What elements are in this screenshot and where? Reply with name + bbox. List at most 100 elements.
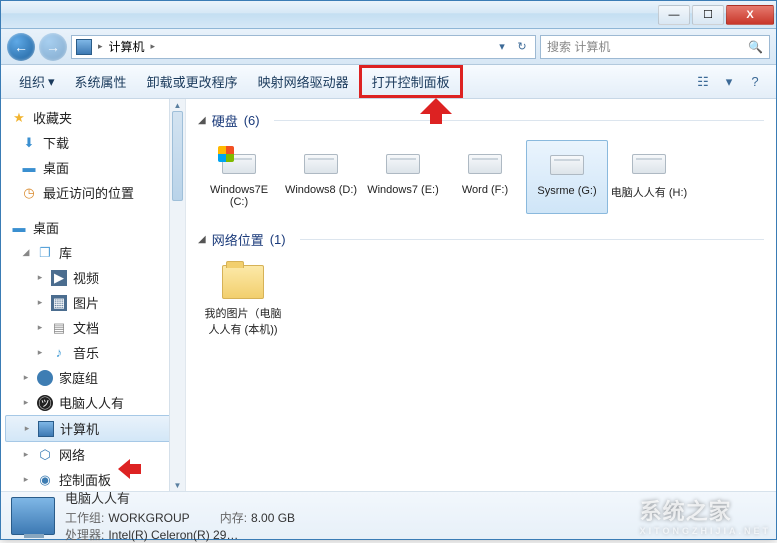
view-dropdown[interactable]: ▾ xyxy=(716,71,742,93)
homegroup-icon xyxy=(37,370,53,386)
folder-icon xyxy=(222,265,264,299)
forward-button[interactable]: → xyxy=(39,33,67,61)
scroll-down-icon[interactable]: ▼ xyxy=(170,479,185,491)
network-icon: ⬡ xyxy=(37,447,53,463)
nav-row: ← → ▸ 计算机 ▸ ▾ ↻ 搜索 计算机 🔍 xyxy=(1,29,776,65)
search-icon: 🔍 xyxy=(748,40,763,54)
drive-icon xyxy=(218,146,260,178)
open-control-panel-button[interactable]: 打开控制面板 xyxy=(359,65,463,98)
sidebar-favorites[interactable]: ★收藏夹 xyxy=(1,105,185,130)
desktop-icon: ▬ xyxy=(11,220,27,236)
computer-icon xyxy=(38,421,54,437)
sidebar-music[interactable]: ▸♪音乐 xyxy=(1,340,185,365)
sidebar-scrollbar[interactable]: ▲ ▼ xyxy=(169,99,185,491)
group-label: 网络位置 xyxy=(212,230,264,249)
drive-item[interactable]: 电脑人人有 (H:) xyxy=(608,140,690,214)
memory-value: 8.00 GB xyxy=(251,511,295,525)
memory-label: 内存: xyxy=(220,511,247,525)
sidebar-libraries[interactable]: ◢❐库 xyxy=(1,240,185,265)
collapse-icon[interactable]: ◢ xyxy=(198,115,206,126)
computer-icon xyxy=(76,39,92,55)
chevron-right-icon[interactable]: ▸ xyxy=(96,41,105,52)
breadcrumb-computer[interactable]: 计算机 xyxy=(105,38,149,55)
group-hard-disks[interactable]: ◢ 硬盘 (6) xyxy=(198,111,764,130)
sidebar-computer[interactable]: ▸计算机 xyxy=(5,415,181,442)
titlebar: — ☐ X xyxy=(1,1,776,29)
library-icon: ❐ xyxy=(37,245,53,261)
sidebar-homegroup[interactable]: ▸家庭组 xyxy=(1,365,185,390)
drive-icon xyxy=(382,146,424,178)
user-icon: ㋡ xyxy=(37,395,53,411)
view-mode-button[interactable]: ☷ xyxy=(690,71,716,93)
status-bar: 电脑人人有 工作组:WORKGROUP 内存:8.00 GB 处理器:Intel… xyxy=(1,491,776,539)
sidebar-user[interactable]: ▸㋡电脑人人有 xyxy=(1,390,185,415)
refresh-button[interactable]: ↻ xyxy=(513,38,531,56)
document-icon: ▤ xyxy=(51,320,67,336)
drive-item[interactable]: Windows8 (D:) xyxy=(280,140,362,214)
expand-icon[interactable]: ▸ xyxy=(35,297,45,308)
network-folder-item[interactable]: 我的图片（电脑人人有 (本机)) xyxy=(198,259,288,343)
download-icon: ⬇ xyxy=(21,135,37,151)
content-pane: ◢ 硬盘 (6) Windows7E (C:)Windows8 (D:)Wind… xyxy=(186,99,776,491)
divider xyxy=(300,239,764,240)
group-count: (1) xyxy=(270,232,286,247)
system-properties-button[interactable]: 系统属性 xyxy=(65,68,137,95)
search-placeholder: 搜索 计算机 xyxy=(547,38,610,55)
drive-item[interactable]: Word (F:) xyxy=(444,140,526,214)
back-button[interactable]: ← xyxy=(7,33,35,61)
chevron-right-icon[interactable]: ▸ xyxy=(149,41,158,52)
expand-icon[interactable]: ▸ xyxy=(35,272,45,283)
expand-icon[interactable]: ▸ xyxy=(21,449,31,460)
drive-item[interactable]: Sysrme (G:) xyxy=(526,140,608,214)
network-items-grid: 我的图片（电脑人人有 (本机)) xyxy=(198,259,764,343)
body: ★收藏夹 ⬇下载 ▬桌面 ◷最近访问的位置 ▬桌面 ◢❐库 ▸▶视频 ▸▦图片 … xyxy=(1,99,776,491)
group-network-locations[interactable]: ◢ 网络位置 (1) xyxy=(198,230,764,249)
map-network-drive-button[interactable]: 映射网络驱动器 xyxy=(248,68,359,95)
sidebar-control-panel[interactable]: ▸◉控制面板 xyxy=(1,467,185,491)
sidebar-videos[interactable]: ▸▶视频 xyxy=(1,265,185,290)
sidebar-documents[interactable]: ▸▤文档 xyxy=(1,315,185,340)
organize-menu[interactable]: 组织▾ xyxy=(9,68,65,95)
sidebar-pictures[interactable]: ▸▦图片 xyxy=(1,290,185,315)
sidebar-network[interactable]: ▸⬡网络 xyxy=(1,442,185,467)
drive-item[interactable]: Windows7 (E:) xyxy=(362,140,444,214)
workgroup-value: WORKGROUP xyxy=(108,511,189,525)
address-dropdown[interactable]: ▾ xyxy=(493,38,511,56)
drive-icon xyxy=(628,146,670,178)
expand-icon[interactable]: ▸ xyxy=(21,397,31,408)
control-panel-icon: ◉ xyxy=(37,472,53,488)
uninstall-programs-button[interactable]: 卸载或更改程序 xyxy=(137,68,248,95)
search-input[interactable]: 搜索 计算机 🔍 xyxy=(540,35,770,59)
scroll-thumb[interactable] xyxy=(172,111,183,201)
drive-label: Windows7E (C:) xyxy=(200,184,278,208)
collapse-icon[interactable]: ◢ xyxy=(198,234,206,245)
minimize-button[interactable]: — xyxy=(658,5,690,25)
sidebar-desktop-root[interactable]: ▬桌面 xyxy=(1,215,185,240)
address-bar[interactable]: ▸ 计算机 ▸ ▾ ↻ xyxy=(71,35,536,59)
chevron-down-icon: ▾ xyxy=(48,74,55,90)
desktop-icon: ▬ xyxy=(21,160,37,176)
group-count: (6) xyxy=(244,113,260,128)
windows-flag-icon xyxy=(218,146,234,162)
expand-icon[interactable]: ▸ xyxy=(22,423,32,434)
music-icon: ♪ xyxy=(51,345,67,361)
expand-icon[interactable]: ◢ xyxy=(21,247,31,258)
drive-icon xyxy=(546,147,588,179)
sidebar: ★收藏夹 ⬇下载 ▬桌面 ◷最近访问的位置 ▬桌面 ◢❐库 ▸▶视频 ▸▦图片 … xyxy=(1,99,186,491)
help-button[interactable]: ? xyxy=(742,71,768,93)
expand-icon[interactable]: ▸ xyxy=(35,322,45,333)
close-button[interactable]: X xyxy=(726,5,774,25)
computer-icon xyxy=(11,497,55,535)
clock-icon: ◷ xyxy=(21,185,37,201)
drives-grid: Windows7E (C:)Windows8 (D:)Windows7 (E:)… xyxy=(198,140,764,214)
group-label: 硬盘 xyxy=(212,111,238,130)
expand-icon[interactable]: ▸ xyxy=(21,474,31,485)
expand-icon[interactable]: ▸ xyxy=(35,347,45,358)
maximize-button[interactable]: ☐ xyxy=(692,5,724,25)
sidebar-recent[interactable]: ◷最近访问的位置 xyxy=(1,180,185,205)
scroll-up-icon[interactable]: ▲ xyxy=(170,99,185,111)
sidebar-downloads[interactable]: ⬇下载 xyxy=(1,130,185,155)
drive-item[interactable]: Windows7E (C:) xyxy=(198,140,280,214)
sidebar-desktop[interactable]: ▬桌面 xyxy=(1,155,185,180)
expand-icon[interactable]: ▸ xyxy=(21,372,31,383)
